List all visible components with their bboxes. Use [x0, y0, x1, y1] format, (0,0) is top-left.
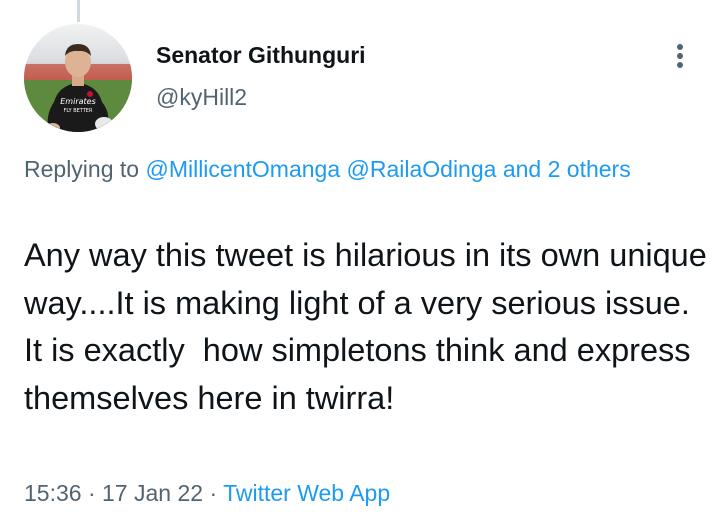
separator: ·: [87, 480, 96, 506]
replying-to: Replying to @MillicentOmanga @RailaOding…: [24, 152, 664, 186]
tweet-metadata: 15:36 · 17 Jan 22 · Twitter Web App: [24, 480, 390, 507]
replying-prefix: Replying to: [24, 156, 140, 182]
others-link[interactable]: and 2 others: [503, 156, 631, 182]
svg-text:FLY BETTER: FLY BETTER: [64, 108, 93, 114]
separator: ·: [209, 480, 218, 506]
avatar[interactable]: Emirates FLY BETTER: [24, 24, 132, 132]
tweet-date[interactable]: 17 Jan 22: [102, 480, 203, 506]
author-name[interactable]: Senator Githunguri: [156, 42, 366, 69]
author-handle[interactable]: @kyHill2: [156, 84, 247, 111]
tweet-source[interactable]: Twitter Web App: [223, 480, 390, 506]
tweet-text: Any way this tweet is hilarious in its o…: [24, 237, 716, 416]
more-options-button[interactable]: [664, 38, 696, 74]
profile-photo-icon: Emirates FLY BETTER: [24, 24, 132, 132]
svg-text:Emirates: Emirates: [60, 97, 96, 106]
mention-link[interactable]: @RailaOdinga: [347, 156, 497, 182]
thread-connector-line: [77, 0, 80, 22]
tweet-time[interactable]: 15:36: [24, 480, 82, 506]
mention-link[interactable]: @MillicentOmanga: [145, 156, 340, 182]
